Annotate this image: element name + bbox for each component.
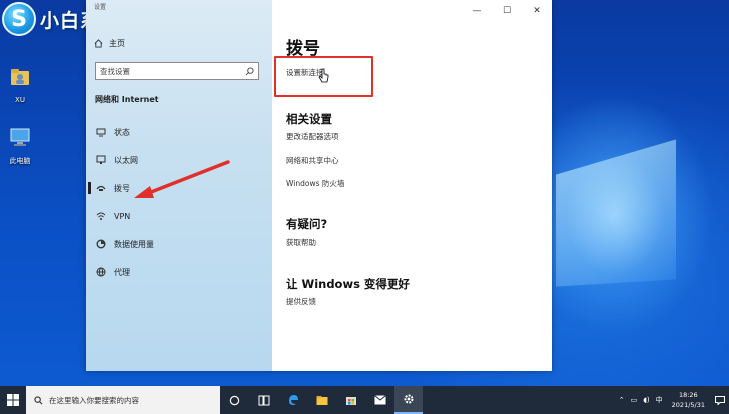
- selection-indicator: [88, 182, 91, 194]
- nav-item-proxy[interactable]: 代理: [86, 262, 272, 282]
- nav-item-vpn[interactable]: VPN: [86, 206, 272, 226]
- nav-item-data-usage[interactable]: 数据使用量: [86, 234, 272, 254]
- file-explorer-icon[interactable]: [307, 386, 336, 414]
- search-placeholder: 查找设置: [100, 66, 130, 76]
- computer-icon: [10, 128, 30, 146]
- feedback-heading: 让 Windows 变得更好: [286, 277, 410, 291]
- nav-item-label: 数据使用量: [114, 239, 154, 249]
- edge-icon[interactable]: [278, 386, 307, 414]
- help-heading: 有疑问?: [286, 217, 328, 231]
- window-title: 设置: [94, 4, 107, 11]
- proxy-icon: [94, 267, 108, 277]
- notification-icon[interactable]: [711, 395, 729, 405]
- desktop-icon-label: 此电脑: [9, 157, 31, 165]
- data-usage-icon: [94, 239, 108, 249]
- clock-time: 18:26: [678, 391, 698, 399]
- settings-icon[interactable]: [394, 386, 423, 414]
- give-feedback-link[interactable]: 提供反馈: [286, 296, 316, 307]
- nav-item-label: 拨号: [114, 183, 130, 193]
- desktop-icon-computer[interactable]: 此电脑: [2, 126, 38, 166]
- mail-icon[interactable]: [365, 386, 394, 414]
- volume-icon[interactable]: ◖): [643, 396, 649, 404]
- window-controls: — ☐ ✕: [462, 0, 552, 22]
- desktop-icon-user[interactable]: XU: [2, 66, 38, 104]
- windows-logo-glow: [556, 139, 676, 300]
- network-icon[interactable]: ▭: [631, 396, 638, 404]
- user-folder-icon: [11, 69, 29, 85]
- store-icon[interactable]: [336, 386, 365, 414]
- dialup-icon: [94, 183, 108, 193]
- change-adapter-options-link[interactable]: 更改适配器选项: [286, 131, 339, 142]
- windows-start-icon: [7, 394, 19, 406]
- vpn-icon: [94, 211, 108, 221]
- clock-date: 2021/5/31: [671, 401, 705, 409]
- minimize-button[interactable]: —: [462, 0, 492, 22]
- taskbar: 在这里输入你要搜索的内容 ⌃ ▭ ◖) 中 18:26 2021/5/31: [0, 386, 729, 414]
- ime-indicator[interactable]: 中: [656, 395, 663, 405]
- windows-firewall-link[interactable]: Windows 防火墙: [286, 178, 344, 189]
- close-button[interactable]: ✕: [522, 0, 552, 22]
- network-sharing-center-link[interactable]: 网络和共享中心: [286, 155, 339, 166]
- home-icon: [94, 39, 103, 48]
- settings-search-input[interactable]: 查找设置: [95, 62, 259, 80]
- brand-logo: S: [2, 2, 36, 36]
- maximize-button[interactable]: ☐: [492, 0, 522, 22]
- nav-item-label: 状态: [114, 127, 130, 137]
- search-icon: [34, 395, 43, 404]
- tray-chevron-up-icon[interactable]: ⌃: [619, 396, 625, 404]
- nav-home-label: 主页: [109, 39, 125, 48]
- nav-item-label: 代理: [114, 267, 130, 277]
- annotation-arrow-icon: [134, 160, 230, 198]
- ethernet-icon: [94, 155, 108, 165]
- task-view-icon[interactable]: [249, 386, 278, 414]
- nav-item-label: VPN: [114, 211, 131, 221]
- taskbar-search-input[interactable]: 在这里输入你要搜索的内容: [26, 386, 220, 414]
- get-help-link[interactable]: 获取帮助: [286, 237, 316, 248]
- taskbar-search-placeholder: 在这里输入你要搜索的内容: [49, 395, 139, 405]
- nav-home[interactable]: 主页: [94, 38, 125, 49]
- hand-cursor-icon: [318, 68, 329, 83]
- related-settings-heading: 相关设置: [286, 112, 332, 126]
- cortana-icon[interactable]: [220, 386, 249, 414]
- search-icon: [245, 66, 254, 75]
- taskbar-clock[interactable]: 18:26 2021/5/31: [672, 390, 705, 410]
- nav-section-title: 网络和 Internet: [95, 95, 159, 104]
- desktop-icon-label: XU: [15, 96, 25, 104]
- system-tray: ⌃ ▭ ◖) 中 18:26 2021/5/31: [616, 386, 729, 414]
- nav-item-status[interactable]: 状态: [86, 122, 272, 142]
- status-icon: [94, 127, 108, 137]
- start-button[interactable]: [0, 386, 26, 414]
